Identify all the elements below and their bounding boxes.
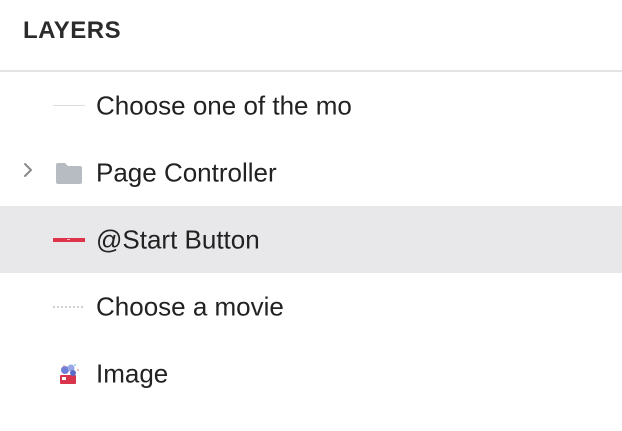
panel-title: LAYERS: [23, 17, 122, 44]
chevron-right-icon[interactable]: [19, 161, 37, 179]
layers-panel: LAYERS Choose one of the mo Page Control…: [0, 0, 622, 431]
layer-row-choose-one[interactable]: Choose one of the mo: [0, 72, 622, 139]
layer-row-page-controller[interactable]: Page Controller: [0, 139, 622, 206]
layer-list: Choose one of the mo Page Controller @St…: [0, 72, 622, 407]
layer-row-choose-movie[interactable]: Choose a movie: [0, 273, 622, 340]
layer-label: Page Controller: [96, 157, 277, 187]
layer-label: Choose one of the mo: [96, 90, 352, 120]
folder-icon: [52, 160, 86, 186]
panel-header: LAYERS: [0, 0, 622, 72]
layer-label: Choose a movie: [96, 291, 284, 321]
layer-label: Image: [96, 358, 169, 388]
red-bar-icon: [52, 227, 86, 253]
thin-line-icon: [52, 93, 86, 119]
layer-row-image[interactable]: Image: [0, 340, 622, 407]
layer-row-start-button[interactable]: @Start Button: [0, 206, 622, 273]
layer-label: @Start Button: [96, 224, 260, 254]
image-thumbnail-icon: [52, 361, 86, 387]
dotted-line-icon: [52, 294, 86, 320]
